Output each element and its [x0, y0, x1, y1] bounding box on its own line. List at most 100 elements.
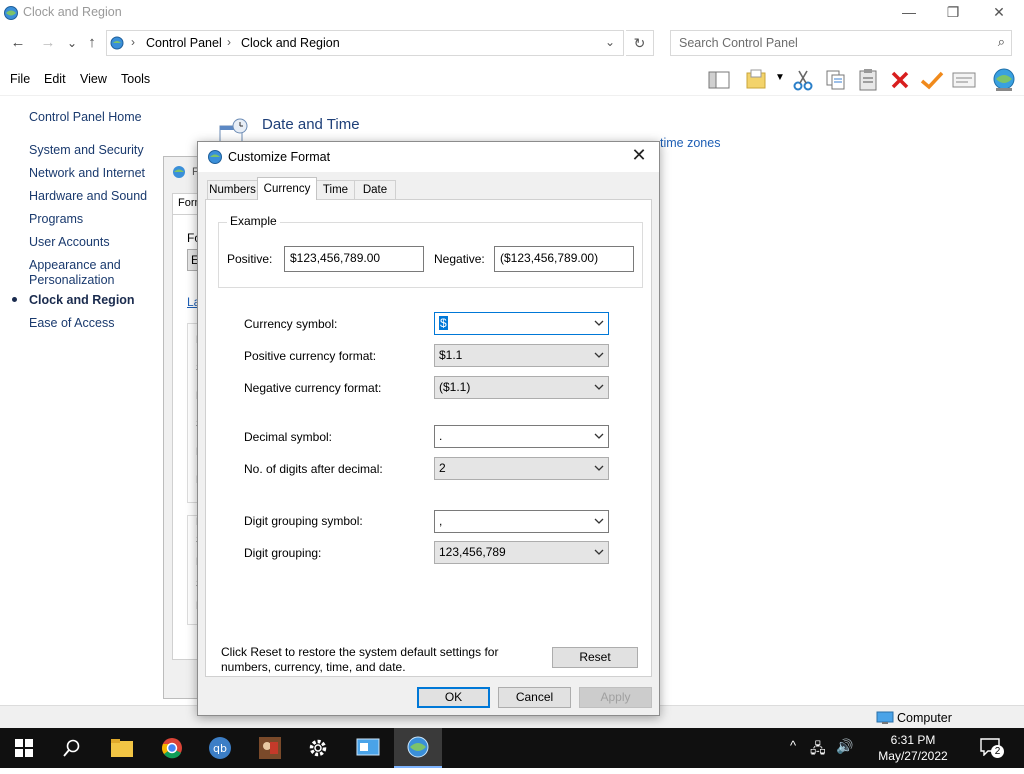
- search-input[interactable]: Search Control Panel: [679, 36, 798, 50]
- nav-hardware-sound[interactable]: Hardware and Sound: [29, 189, 147, 203]
- paste-icon[interactable]: [857, 68, 879, 92]
- network-icon[interactable]: 🖧: [810, 738, 826, 762]
- settings-button[interactable]: [294, 728, 342, 768]
- close-button[interactable]: ✕: [976, 0, 1022, 26]
- clock-region-taskbar-button[interactable]: [394, 728, 442, 768]
- nav-ease-of-access[interactable]: Ease of Access: [29, 316, 114, 330]
- nav-clock-region[interactable]: Clock and Region: [29, 293, 135, 307]
- chrome-button[interactable]: [148, 728, 196, 768]
- currency-symbol-combo[interactable]: $: [434, 312, 609, 335]
- file-explorer-button[interactable]: [98, 728, 146, 768]
- positive-example: $123,456,789.00: [284, 246, 424, 272]
- minimize-button[interactable]: —: [886, 0, 932, 26]
- ok-button[interactable]: OK: [417, 687, 490, 708]
- scissors-icon[interactable]: [793, 69, 813, 91]
- chevron-down-icon[interactable]: [594, 547, 604, 557]
- svg-text:qb: qb: [213, 742, 227, 755]
- menu-file[interactable]: File: [10, 72, 30, 86]
- digits-after-decimal-label: No. of digits after decimal:: [244, 462, 383, 476]
- address-dropdown-icon[interactable]: ⌄: [605, 35, 615, 49]
- menu-edit[interactable]: Edit: [44, 72, 66, 86]
- tab-numbers[interactable]: Numbers: [207, 180, 258, 199]
- currency-panel: Example Positive: $123,456,789.00 Negati…: [205, 199, 652, 677]
- menu-tools[interactable]: Tools: [121, 72, 150, 86]
- dialog-icon: [208, 150, 222, 164]
- game-app-button[interactable]: [246, 728, 294, 768]
- customize-format-dialog: Customize Format ✕ Numbers Currency Time…: [197, 141, 660, 716]
- globe-icon[interactable]: [990, 67, 1018, 93]
- tab-currency[interactable]: Currency: [257, 177, 317, 200]
- nav-system-security[interactable]: System and Security: [29, 143, 144, 157]
- tab-time[interactable]: Time: [316, 180, 355, 199]
- dialog-close-button[interactable]: ✕: [627, 145, 651, 166]
- chevron-down-icon[interactable]: [594, 463, 604, 473]
- toolbar-divider: [0, 95, 1024, 96]
- apply-button[interactable]: Apply: [579, 687, 652, 708]
- start-button[interactable]: [0, 728, 48, 768]
- nav-appearance[interactable]: Appearance and Personalization: [29, 258, 139, 288]
- tab-date[interactable]: Date: [354, 180, 396, 199]
- negative-format-combo[interactable]: ($1.1): [434, 376, 609, 399]
- digit-grouping-combo[interactable]: 123,456,789: [434, 541, 609, 564]
- decimal-symbol-combo[interactable]: .: [434, 425, 609, 448]
- cancel-button[interactable]: Cancel: [498, 687, 571, 708]
- negative-format-label: Negative currency format:: [244, 381, 382, 395]
- back-button[interactable]: ←: [8, 33, 28, 53]
- positive-format-label: Positive currency format:: [244, 349, 377, 363]
- clock-region-icon: [407, 736, 429, 758]
- digit-grouping-symbol-combo[interactable]: ,: [434, 510, 609, 533]
- chevron-down-icon[interactable]: [594, 350, 604, 360]
- nav-programs[interactable]: Programs: [29, 212, 83, 226]
- menu-view[interactable]: View: [80, 72, 107, 86]
- region-dialog-icon: [173, 166, 185, 178]
- reset-note: Click Reset to restore the system defaul…: [221, 645, 499, 674]
- recent-locations-button[interactable]: ⌄: [62, 33, 82, 53]
- control-panel-icon: [356, 738, 380, 756]
- copy-icon[interactable]: [825, 69, 847, 91]
- taskbar-clock[interactable]: 6:31 PM May/27/2022: [870, 732, 956, 764]
- positive-label: Positive:: [227, 252, 273, 266]
- notifications-button[interactable]: 2: [980, 738, 1004, 758]
- positive-format-combo[interactable]: $1.1: [434, 344, 609, 367]
- control-panel-taskbar-button[interactable]: [344, 728, 392, 768]
- taskbar: qb ^ 🖧 🔊 6:31 PM May/27/2022 2: [0, 728, 1024, 768]
- breadcrumb-control-panel[interactable]: Control Panel: [146, 36, 222, 50]
- tray-chevron-icon[interactable]: ^: [790, 738, 796, 753]
- restore-button[interactable]: ❐: [930, 0, 976, 26]
- positive-format-value: $1.1: [439, 348, 463, 362]
- chevron-down-icon[interactable]: [594, 382, 604, 392]
- title-bar: Clock and Region — ❐ ✕: [0, 0, 1024, 26]
- up-button[interactable]: ↑: [82, 33, 102, 53]
- reset-button[interactable]: Reset: [552, 647, 638, 668]
- check-icon[interactable]: [920, 70, 944, 90]
- dialog-title: Customize Format: [228, 150, 331, 164]
- forward-button[interactable]: →: [38, 33, 58, 53]
- nav-control-panel-home[interactable]: Control Panel Home: [29, 110, 142, 124]
- example-group: Example Positive: $123,456,789.00 Negati…: [218, 214, 643, 288]
- properties-icon[interactable]: [952, 71, 976, 89]
- chevron-down-icon[interactable]: [594, 431, 604, 441]
- folder-icon[interactable]: [745, 69, 769, 91]
- qbittorrent-icon: qb: [209, 737, 231, 759]
- pane-icon[interactable]: [708, 71, 730, 89]
- digits-after-decimal-combo[interactable]: 2: [434, 457, 609, 480]
- time-zones-link[interactable]: time zones: [660, 136, 720, 150]
- chevron-down-icon[interactable]: [594, 516, 604, 526]
- address-bar[interactable]: › Control Panel › Clock and Region ⌄: [106, 30, 624, 56]
- nav-user-accounts[interactable]: User Accounts: [29, 235, 110, 249]
- search-box[interactable]: Search Control Panel ⌕: [670, 30, 1012, 56]
- volume-icon[interactable]: 🔊: [836, 738, 853, 755]
- clock-date: May/27/2022: [878, 749, 948, 763]
- nav-network-internet[interactable]: Network and Internet: [29, 166, 145, 180]
- folder-dropdown-icon[interactable]: ▼: [775, 72, 785, 83]
- chevron-down-icon[interactable]: [594, 318, 604, 328]
- currency-symbol-value[interactable]: $: [439, 316, 448, 330]
- search-icon[interactable]: ⌕: [998, 34, 1005, 50]
- breadcrumb-clock-region[interactable]: Clock and Region: [241, 36, 340, 50]
- gear-icon: [309, 739, 327, 757]
- delete-icon[interactable]: [890, 70, 910, 90]
- search-taskbar-button[interactable]: [48, 728, 96, 768]
- qbittorrent-button[interactable]: qb: [196, 728, 244, 768]
- date-time-heading[interactable]: Date and Time: [262, 116, 360, 133]
- refresh-button[interactable]: ↻: [626, 30, 654, 56]
